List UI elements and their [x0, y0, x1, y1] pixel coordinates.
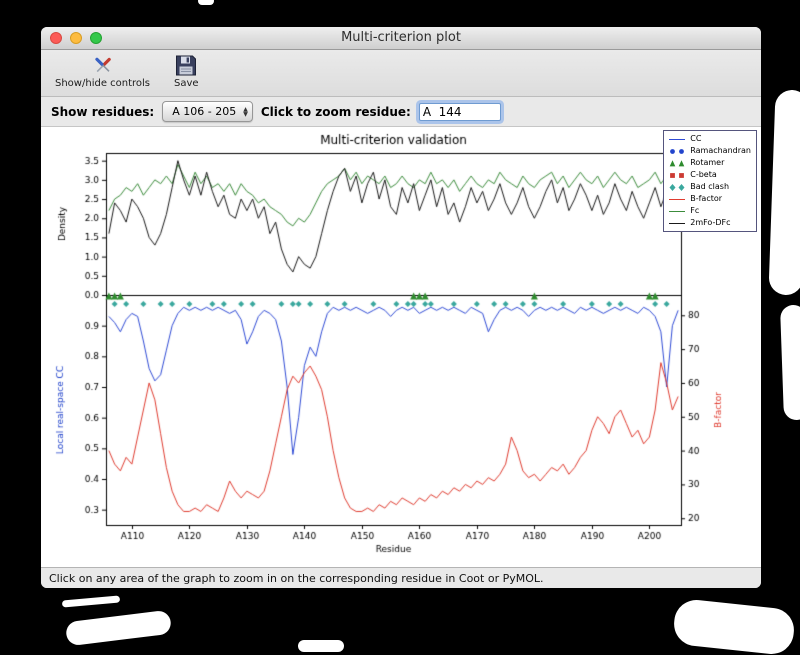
zoom-residue-label: Click to zoom residue:: [260, 104, 411, 119]
photo-artifact: [671, 597, 797, 655]
save-label: Save: [174, 78, 199, 89]
show-residues-label: Show residues:: [51, 104, 155, 119]
photo-artifact: [61, 595, 121, 608]
legend-item-fc: Fc: [668, 205, 751, 217]
photo-artifact: [780, 304, 800, 421]
legend-label: Fc: [690, 206, 700, 215]
plot-legend: CC Ramachandran Rotamer C-beta Bad clash B-fa…: [663, 130, 757, 232]
multi-criterion-plot-canvas[interactable]: [51, 129, 743, 561]
legend-label: CC: [690, 134, 702, 143]
line-swatch-icon: [669, 138, 686, 140]
photo-artifact: [768, 89, 800, 296]
stepper-arrows-icon: ▲ ▼: [243, 105, 248, 118]
photo-artifact: [64, 609, 173, 647]
show-hide-controls-label: Show/hide controls: [55, 78, 151, 89]
window-title: Multi-criterion plot: [341, 30, 461, 45]
line-swatch-icon: [669, 198, 686, 200]
legend-label: Rotamer: [690, 158, 725, 167]
legend-item-c-beta: C-beta: [668, 169, 751, 181]
legend-item-cc: CC: [668, 133, 751, 145]
save-floppy-icon: [174, 53, 198, 78]
legend-label: 2mFo-DFc: [690, 218, 731, 227]
save-button[interactable]: Save: [170, 52, 203, 90]
residue-range-value: A 106 - 205: [172, 105, 237, 118]
legend-label: Bad clash: [690, 182, 730, 191]
status-bar: Click on any area of the graph to zoom i…: [41, 567, 761, 588]
legend-item-rotamer: Rotamer: [668, 157, 751, 169]
app-window: Multi-criterion plot Show/hide controls …: [41, 27, 761, 588]
plot-area[interactable]: CC Ramachandran Rotamer C-beta Bad clash B-fa…: [41, 127, 761, 567]
legend-item-bad-clash: Bad clash: [668, 181, 751, 193]
legend-item-ramachandran: Ramachandran: [668, 145, 751, 157]
legend-item-2mfo-dfc: 2mFo-DFc: [668, 217, 751, 229]
show-hide-controls-button[interactable]: Show/hide controls: [51, 52, 154, 90]
zoom-residue-input[interactable]: [418, 102, 501, 121]
titlebar[interactable]: Multi-criterion plot: [41, 27, 761, 50]
photo-artifact: [298, 640, 344, 652]
status-text: Click on any area of the graph to zoom i…: [49, 571, 544, 585]
tools-icon: [90, 53, 116, 78]
line-swatch-icon: [669, 210, 686, 212]
diamond-swatch-icon: [669, 183, 685, 191]
line-swatch-icon: [669, 222, 686, 224]
triangle-swatch-icon: [669, 159, 685, 166]
legend-item-b-factor: B-factor: [668, 193, 751, 205]
legend-label: Ramachandran: [690, 146, 751, 155]
circle-swatch-icon: [670, 148, 685, 154]
toolbar: Show/hide controls Save: [41, 50, 761, 97]
photo-artifact: [198, 0, 214, 5]
screen: Multi-criterion plot Show/hide controls …: [0, 0, 800, 655]
controls-row: Show residues: A 106 - 205 ▲ ▼ Click to z…: [41, 97, 761, 127]
legend-label: B-factor: [690, 194, 723, 203]
legend-label: C-beta: [690, 170, 717, 179]
residue-range-select[interactable]: A 106 - 205 ▲ ▼: [162, 101, 253, 122]
square-swatch-icon: [670, 172, 685, 178]
